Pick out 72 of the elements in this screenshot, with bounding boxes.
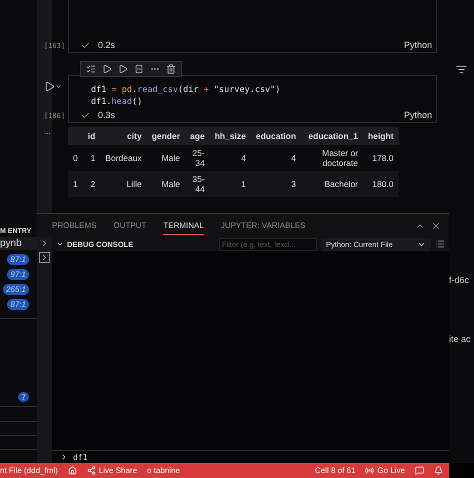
table-cell: Male bbox=[146, 145, 186, 171]
line-badge[interactable]: 97:1 bbox=[7, 269, 29, 280]
panel-tab[interactable]: TERMINAL bbox=[163, 216, 204, 235]
table-cell: Bachelor bbox=[301, 171, 364, 197]
table-cell: 35-44 bbox=[185, 171, 210, 197]
line-badge[interactable]: 265:1 bbox=[2, 284, 29, 295]
chevron-down-icon bbox=[55, 83, 62, 90]
text-fragment: f-d6c bbox=[449, 275, 470, 285]
run-by-line-icon[interactable] bbox=[86, 64, 96, 74]
list-icon[interactable] bbox=[456, 64, 467, 75]
home-icon[interactable] bbox=[68, 466, 77, 475]
table-cell: 4 bbox=[210, 145, 251, 171]
run-button[interactable] bbox=[44, 81, 62, 92]
count-badge: 7 bbox=[18, 392, 29, 402]
clear-console-icon[interactable] bbox=[435, 239, 445, 249]
column-header: height bbox=[363, 127, 399, 145]
column-header: education_1 bbox=[301, 127, 364, 145]
table-cell: Male bbox=[146, 171, 186, 197]
code-block[interactable]: df1 = pd.read_csv(dir + "survey.csv") df1.head() bbox=[69, 76, 436, 108]
panel-tab[interactable]: PROBLEMS bbox=[52, 216, 96, 235]
column-header: gender bbox=[146, 127, 186, 145]
table-cell: 178.0 bbox=[363, 145, 399, 171]
file-name[interactable]: pynb bbox=[0, 237, 37, 250]
run-above-icon[interactable] bbox=[102, 64, 112, 74]
column-header: city bbox=[100, 127, 147, 145]
text-fragment: ite ac bbox=[449, 334, 472, 344]
panel-tab[interactable]: OUTPUT bbox=[113, 216, 146, 235]
column-header: id bbox=[82, 127, 100, 145]
table-cell: Lille bbox=[100, 171, 147, 197]
status-item[interactable]: Go Live bbox=[365, 466, 405, 475]
table-cell: Master or doctorate bbox=[301, 145, 364, 171]
chevron-right-icon[interactable] bbox=[40, 239, 49, 248]
status-label: Go Live bbox=[377, 466, 405, 475]
execution-time: 0.3s bbox=[98, 110, 116, 120]
language-label[interactable]: Python bbox=[404, 40, 432, 50]
column-header: age bbox=[185, 127, 210, 145]
output-menu[interactable]: ... bbox=[44, 127, 68, 197]
status-item[interactable]: nt File (ddd_fml) bbox=[0, 466, 58, 475]
line-badge[interactable]: 87:1 bbox=[7, 299, 29, 310]
table-cell: 0 bbox=[68, 145, 83, 171]
delete-icon[interactable] bbox=[166, 64, 176, 74]
share-icon bbox=[86, 466, 96, 475]
column-header: education bbox=[250, 127, 302, 145]
table-cell: 3 bbox=[250, 171, 302, 197]
run-below-icon[interactable] bbox=[118, 64, 128, 74]
language-label[interactable]: Python bbox=[404, 110, 432, 120]
play-icon bbox=[44, 81, 55, 92]
prompt-icon bbox=[60, 453, 68, 461]
table-cell: 1 bbox=[68, 171, 83, 197]
table-cell: 4 bbox=[250, 145, 302, 171]
bell-icon[interactable] bbox=[434, 466, 443, 475]
status-item[interactable]: Live Share bbox=[86, 466, 138, 475]
chat-icon[interactable] bbox=[415, 466, 424, 475]
status-label: Live Share bbox=[98, 466, 138, 475]
broadcast-icon bbox=[365, 466, 374, 475]
status-item[interactable]: o tabnine bbox=[147, 466, 180, 475]
close-icon[interactable] bbox=[431, 220, 441, 230]
line-badge[interactable]: 87:1 bbox=[7, 254, 29, 265]
table-cell: 2 bbox=[82, 171, 100, 197]
table-cell: Bordeaux bbox=[100, 145, 147, 171]
input-text: df1 bbox=[73, 452, 88, 462]
execution-time: 0.2s bbox=[98, 40, 116, 50]
table-cell: 25-34 bbox=[185, 145, 210, 171]
table-cell: 180.0 bbox=[363, 171, 399, 197]
split-cell-icon[interactable] bbox=[134, 64, 144, 74]
chevron-down-icon bbox=[56, 240, 64, 248]
column-header: hh_size bbox=[210, 127, 251, 145]
table-cell: 1 bbox=[210, 171, 251, 197]
table-cell: 1 bbox=[82, 145, 100, 171]
status-item[interactable]: Cell 8 of 61 bbox=[314, 466, 356, 475]
terminal-icon[interactable] bbox=[39, 252, 50, 263]
panel-tab[interactable]: JUPYTER: VARIABLES bbox=[220, 216, 306, 235]
